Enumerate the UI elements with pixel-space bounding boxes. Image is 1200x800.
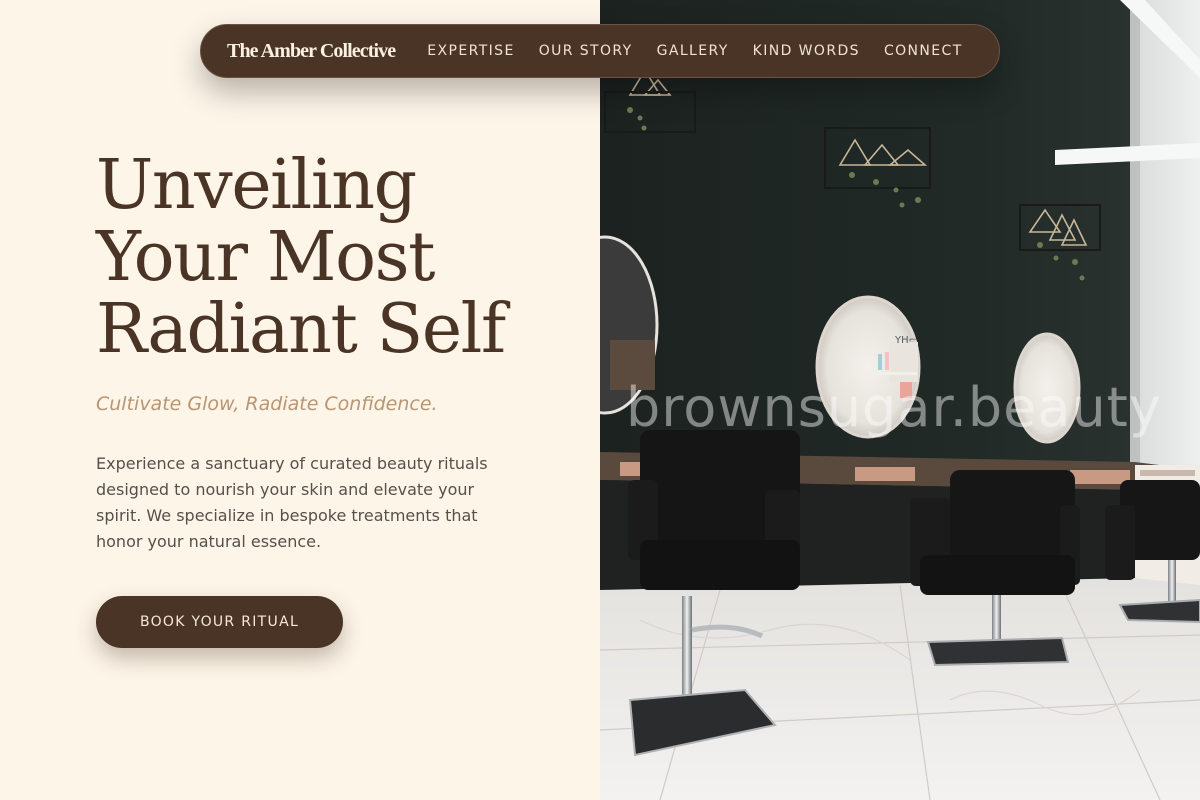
nav-link-gallery[interactable]: GALLERY — [657, 43, 729, 59]
hero-headline: Unveiling Your Most Radiant Self — [96, 150, 576, 366]
photo-watermark: brownsugar.beauty — [626, 376, 1162, 439]
main-navigation: The Amber Collective EXPERTISE OUR STORY… — [200, 24, 1000, 78]
nav-link-expertise[interactable]: EXPERTISE — [427, 43, 514, 59]
nav-link-kind-words[interactable]: KIND WORDS — [753, 43, 860, 59]
headline-line-3: Radiant Self — [96, 290, 506, 369]
headline-line-2: Your Most — [96, 218, 435, 297]
hero-tagline: Cultivate Glow, Radiate Confidence. — [96, 393, 438, 415]
brand-logo-text[interactable]: The Amber Collective — [227, 40, 396, 63]
nav-link-connect[interactable]: CONNECT — [884, 43, 963, 59]
nav-link-our-story[interactable]: OUR STORY — [539, 43, 633, 59]
headline-line-1: Unveiling — [96, 146, 417, 225]
book-ritual-button[interactable]: BOOK YOUR RITUAL — [96, 596, 343, 648]
hero-description: Experience a sanctuary of curated beauty… — [96, 454, 488, 551]
nav-links: EXPERTISE OUR STORY GALLERY KIND WORDS C… — [427, 43, 986, 59]
page: YH⌐ brownsugar.beauty The Amber Collecti… — [0, 0, 1200, 800]
mirror-sign-text: YH⌐ — [894, 335, 917, 346]
